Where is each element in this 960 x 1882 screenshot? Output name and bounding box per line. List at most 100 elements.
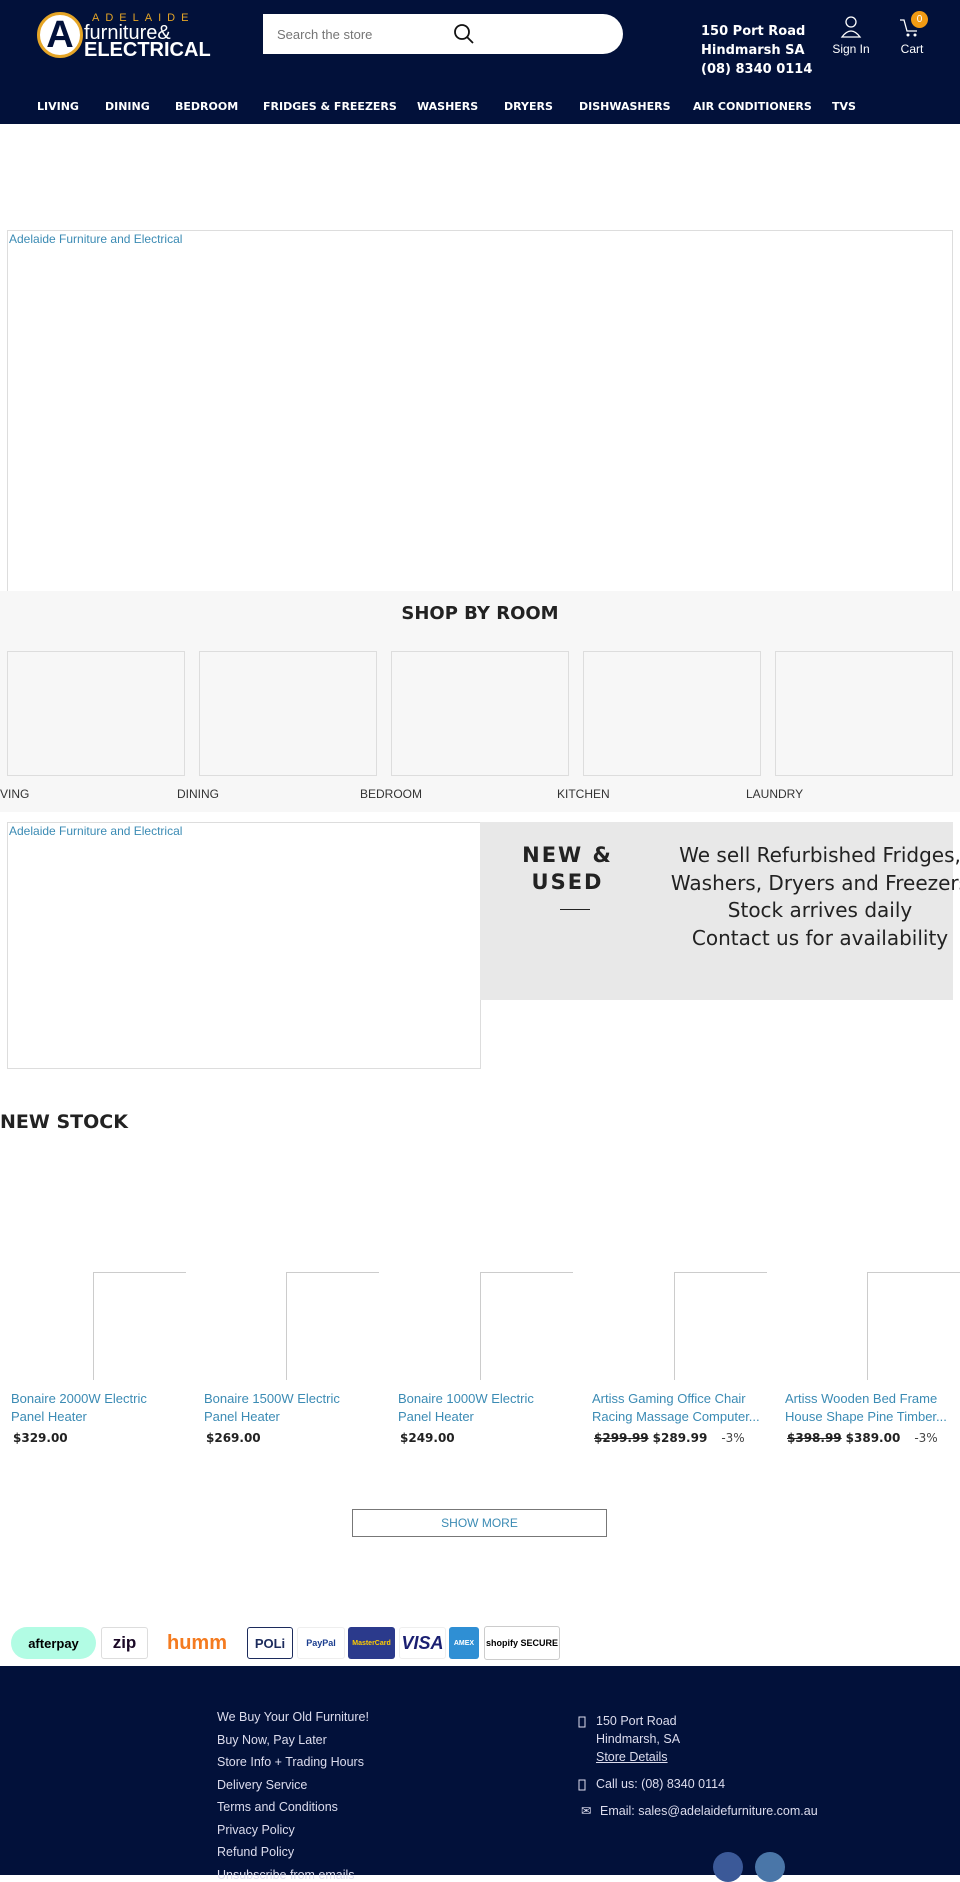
address-line: Hindmarsh SA: [701, 43, 805, 58]
footer-link[interactable]: Delivery Service: [217, 1778, 307, 1792]
sale-price: $389.00: [845, 1431, 901, 1445]
text-line: Contact us for availability: [691, 925, 949, 950]
footer-link[interactable]: Privacy Policy: [217, 1823, 295, 1837]
product-title[interactable]: Bonaire 1500W Electric Panel Heater: [204, 1390, 374, 1426]
new-used-description: We sell Refurbished Fridges, Washers, Dr…: [670, 842, 960, 952]
product-image[interactable]: [480, 1272, 573, 1380]
footer-link[interactable]: Refund Policy: [217, 1845, 294, 1859]
sale-price: $289.99: [652, 1431, 708, 1445]
shop-by-room-section: SHOP BY ROOM VING DINING BEDROOM KITCHEN…: [0, 591, 960, 812]
original-price: $398.99: [787, 1431, 842, 1445]
logo[interactable]: A: [37, 12, 83, 58]
map-marker-icon: [578, 1716, 586, 1728]
logo-text: ELECTRICAL: [84, 39, 211, 61]
divider: [560, 909, 590, 910]
mastercard-logo: MasterCard: [348, 1627, 395, 1659]
product-image[interactable]: [674, 1272, 767, 1380]
humm-logo: humm: [167, 1631, 227, 1654]
title-line: USED: [531, 870, 604, 894]
room-image-kitchen[interactable]: [583, 651, 761, 776]
title-line: House Shape Pine Timber...: [785, 1409, 947, 1424]
social-icon[interactable]: [755, 1852, 785, 1882]
address-line: Hindmarsh, SA: [596, 1732, 681, 1746]
nav-tvs[interactable]: TVS: [832, 100, 856, 113]
title-line: Panel Heater: [11, 1409, 87, 1424]
product-price: $299.99 $289.99 -3%: [594, 1431, 745, 1445]
text-line: Washers, Dryers and Freezers: [670, 870, 960, 895]
room-label-dining[interactable]: DINING: [177, 787, 219, 801]
search-icon[interactable]: [453, 23, 475, 45]
footer-link[interactable]: Buy Now, Pay Later: [217, 1733, 327, 1747]
room-image-living[interactable]: [7, 651, 185, 776]
footer-link[interactable]: We Buy Your Old Furniture!: [217, 1710, 369, 1724]
footer-phone[interactable]: Call us: (08) 8340 0114: [596, 1775, 725, 1793]
product-title[interactable]: Bonaire 2000W Electric Panel Heater: [11, 1390, 181, 1426]
new-used-panel: NEW & USED We sell Refurbished Fridges, …: [480, 822, 960, 1000]
store-details-link[interactable]: Store Details: [596, 1748, 680, 1766]
room-label-kitchen[interactable]: KITCHEN: [557, 787, 610, 801]
store-address: 150 Port Road Hindmarsh SA (08) 8340 011…: [701, 22, 812, 79]
email-icon: ✉: [581, 1804, 592, 1818]
footer-email[interactable]: Email: sales@adelaidefurniture.com.au: [600, 1802, 818, 1820]
room-label-bedroom[interactable]: BEDROOM: [360, 787, 422, 801]
product-image[interactable]: [867, 1272, 960, 1380]
discount-badge: -3%: [914, 1431, 938, 1445]
title-line: Bonaire 2000W Electric: [11, 1391, 147, 1406]
nav-living[interactable]: LIVING: [37, 100, 79, 113]
phone[interactable]: (08) 8340 0114: [701, 60, 812, 79]
room-label-laundry[interactable]: LAUNDRY: [746, 787, 803, 801]
room-image-dining[interactable]: [199, 651, 377, 776]
visa-logo: VISA: [399, 1627, 446, 1659]
discount-badge: -3%: [721, 1431, 745, 1445]
search-bar: [263, 14, 623, 54]
hero-banner[interactable]: Adelaide Furniture and Electrical: [7, 230, 953, 592]
product-image[interactable]: [286, 1272, 379, 1380]
title-line: Panel Heater: [204, 1409, 280, 1424]
footer: We Buy Your Old Furniture! Buy Now, Pay L…: [0, 1666, 960, 1882]
title-line: Bonaire 1500W Electric: [204, 1391, 340, 1406]
title-line: Panel Heater: [398, 1409, 474, 1424]
room-label-living[interactable]: VING: [0, 787, 29, 801]
search-input[interactable]: [277, 26, 427, 42]
footer-link[interactable]: Terms and Conditions: [217, 1800, 338, 1814]
amex-logo: AMEX: [449, 1627, 479, 1659]
new-used-image[interactable]: Adelaide Furniture and Electrical: [7, 822, 481, 1069]
product-title[interactable]: Artiss Gaming Office Chair Racing Massage…: [592, 1390, 762, 1426]
user-icon: [840, 16, 862, 38]
product-title[interactable]: Bonaire 1000W Electric Panel Heater: [398, 1390, 568, 1426]
hero-alt-text: Adelaide Furniture and Electrical: [9, 232, 183, 246]
image-alt-text: Adelaide Furniture and Electrical: [9, 824, 183, 838]
nav-bedroom[interactable]: BEDROOM: [175, 100, 238, 113]
sign-in-button[interactable]: Sign In: [831, 16, 871, 56]
nav-dishwashers[interactable]: DISHWASHERS: [579, 100, 671, 113]
product-price: $398.99 $389.00 -3%: [787, 1431, 938, 1445]
address-line: 150 Port Road: [701, 24, 806, 39]
sale-price: $329.00: [13, 1431, 68, 1445]
product-price: $329.00: [13, 1431, 68, 1445]
title-line: NEW &: [522, 843, 613, 867]
title-line: Racing Massage Computer...: [592, 1409, 760, 1424]
paypal-logo: PayPal: [297, 1627, 345, 1659]
footer-address: 150 Port Road Hindmarsh, SA Store Detail…: [596, 1712, 680, 1766]
new-used-title: NEW & USED: [500, 842, 635, 896]
cart-count-badge: 0: [911, 11, 928, 28]
product-title[interactable]: Artiss Wooden Bed Frame House Shape Pine …: [785, 1390, 955, 1426]
nav-dining[interactable]: DINING: [105, 100, 150, 113]
sale-price: $269.00: [206, 1431, 261, 1445]
footer-link[interactable]: Store Info + Trading Hours: [217, 1755, 364, 1769]
facebook-icon[interactable]: [713, 1852, 743, 1882]
section-title: SHOP BY ROOM: [401, 603, 559, 624]
nav-air-conditioners[interactable]: AIR CONDITIONERS: [693, 100, 812, 113]
nav-fridges-freezers[interactable]: FRIDGES & FREEZERS: [263, 100, 397, 113]
show-more-button[interactable]: SHOW MORE: [352, 1509, 607, 1537]
nav-washers[interactable]: WASHERS: [417, 100, 478, 113]
room-image-laundry[interactable]: [775, 651, 953, 776]
title-line: Bonaire 1000W Electric: [398, 1391, 534, 1406]
header: A ADELAIDE furniture& ELECTRICAL 150 Por…: [0, 0, 960, 124]
nav-dryers[interactable]: DRYERS: [504, 100, 553, 113]
product-image[interactable]: [93, 1272, 186, 1380]
room-image-bedroom[interactable]: [391, 651, 569, 776]
text-line: Stock arrives daily: [727, 898, 913, 922]
original-price: $299.99: [594, 1431, 649, 1445]
shopify-secure-badge: shopify SECURE: [484, 1626, 560, 1660]
